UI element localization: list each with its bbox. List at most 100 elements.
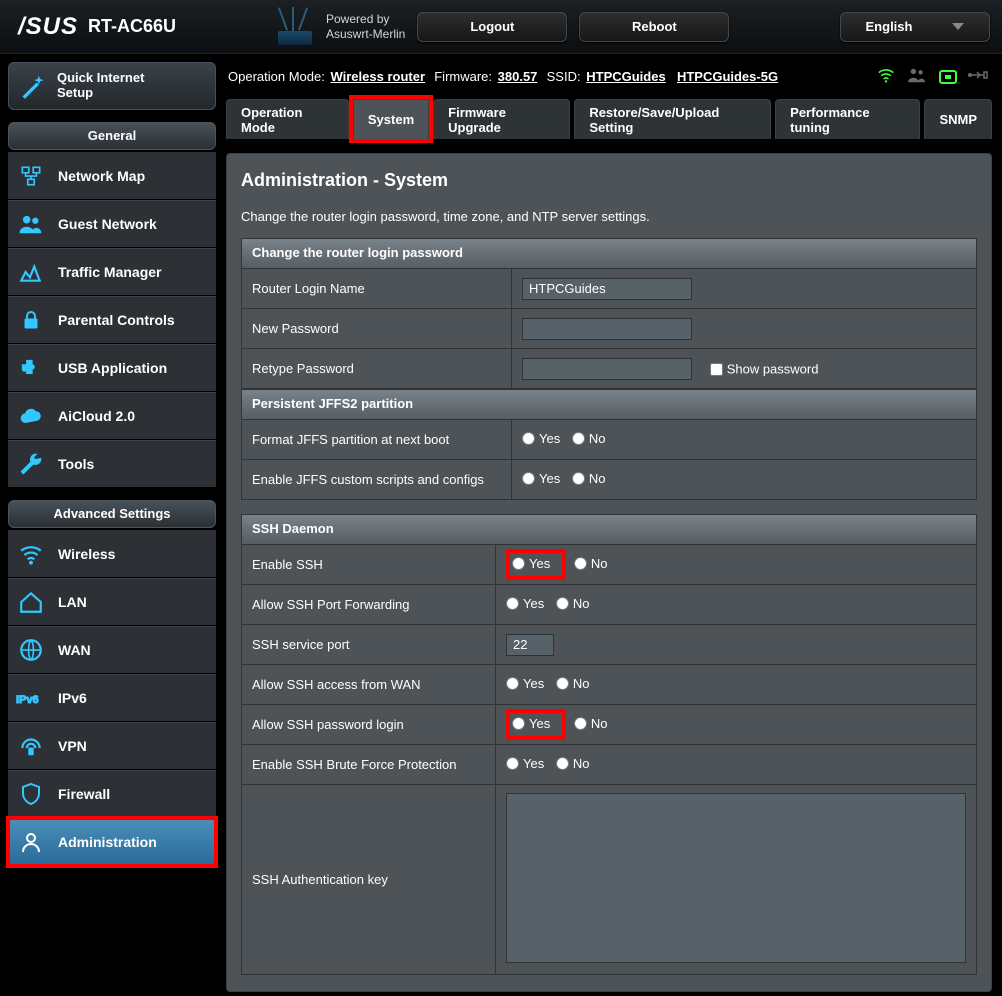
sidebar-item-parental-controls[interactable]: Parental Controls [8, 296, 216, 344]
wand-icon [19, 72, 47, 100]
ssh-pwlogin-no[interactable] [574, 717, 587, 730]
sidebar-item-label: Tools [58, 456, 94, 472]
table-row: Retype Password Show password [242, 349, 977, 389]
jffs-scripts-no[interactable] [572, 472, 585, 485]
tab-system[interactable]: System [353, 99, 429, 139]
ssh-forward-no[interactable] [556, 597, 569, 610]
jffs-scripts-yes[interactable] [522, 472, 535, 485]
tab-restore-save-upload[interactable]: Restore/Save/Upload Setting [574, 99, 771, 139]
network-map-icon [16, 161, 46, 191]
sidebar-item-wireless[interactable]: Wireless [8, 530, 216, 578]
tab-performance-tuning[interactable]: Performance tuning [775, 99, 920, 139]
new-password-input[interactable] [522, 318, 692, 340]
mode-link[interactable]: Wireless router [330, 69, 425, 84]
ssh-brute-no[interactable] [556, 757, 569, 770]
section-general: General [8, 122, 216, 150]
quick-internet-setup-button[interactable]: Quick InternetSetup [8, 62, 216, 110]
tab-operation-mode[interactable]: Operation Mode [226, 99, 349, 139]
show-password-label: Show password [727, 361, 819, 376]
sidebar-item-label: Traffic Manager [58, 264, 161, 280]
language-dropdown[interactable]: English [840, 12, 990, 42]
house-icon [16, 587, 46, 617]
label-ssh-brute: Enable SSH Brute Force Protection [242, 745, 496, 785]
usb-status-icon[interactable] [966, 68, 990, 85]
sidebar-item-traffic-manager[interactable]: Traffic Manager [8, 248, 216, 296]
clients-icon[interactable] [906, 66, 928, 87]
ssh-enable-yes[interactable] [512, 557, 525, 570]
sidebar-item-label: Firewall [58, 786, 110, 802]
sidebar-item-ipv6[interactable]: IPv6 IPv6 [8, 674, 216, 722]
ssh-table: Enable SSH Yes No Allow SSH Port Forward… [241, 544, 977, 975]
reboot-button[interactable]: Reboot [579, 12, 729, 42]
ssid1-link[interactable]: HTPCGuides [586, 69, 665, 84]
nav-advanced: Wireless LAN WAN IPv6 IPv6 VPN Firewall [8, 530, 216, 866]
right-column: Operation Mode: Wireless router Firmware… [220, 54, 1002, 996]
sidebar-item-aicloud[interactable]: AiCloud 2.0 [8, 392, 216, 440]
logout-button[interactable]: Logout [417, 12, 567, 42]
label-ssh-key: SSH Authentication key [242, 785, 496, 975]
svg-text:IPv6: IPv6 [16, 694, 39, 706]
lan-status-icon[interactable] [938, 68, 956, 86]
table-row: SSH service port [242, 625, 977, 665]
wrench-icon [16, 449, 46, 479]
sidebar-item-label: WAN [58, 642, 91, 658]
ssh-wan-no[interactable] [556, 677, 569, 690]
sidebar-item-administration[interactable]: Administration [8, 818, 216, 866]
tab-snmp[interactable]: SNMP [924, 99, 992, 139]
jffs-format-no[interactable] [572, 432, 585, 445]
sidebar-item-label: AiCloud 2.0 [58, 408, 135, 424]
ssh-enable-no[interactable] [574, 557, 587, 570]
powered-by: Powered byAsuswrt-Merlin [326, 12, 405, 41]
highlight-box: Yes [506, 709, 566, 740]
sidebar-item-label: Guest Network [58, 216, 157, 232]
sidebar-item-label: VPN [58, 738, 87, 754]
sidebar-item-vpn[interactable]: VPN [8, 722, 216, 770]
retype-password-input[interactable] [522, 358, 692, 380]
show-password-checkbox[interactable] [710, 363, 723, 376]
jffs-table: Format JFFS partition at next boot Yes N… [241, 419, 977, 500]
section-jffs: Persistent JFFS2 partition [241, 389, 977, 419]
login-table: Router Login Name New Password Retype Pa… [241, 268, 977, 389]
sidebar-item-wan[interactable]: WAN [8, 626, 216, 674]
ssh-key-textarea[interactable] [506, 793, 966, 963]
sidebar-item-usb-application[interactable]: USB Application [8, 344, 216, 392]
label-jffs-format: Format JFFS partition at next boot [242, 420, 512, 460]
sidebar-item-guest-network[interactable]: Guest Network [8, 200, 216, 248]
table-row: SSH Authentication key [242, 785, 977, 975]
table-row: New Password [242, 309, 977, 349]
ssh-port-input[interactable] [506, 634, 554, 656]
nav-general: Network Map Guest Network Traffic Manage… [8, 152, 216, 488]
login-name-input[interactable] [522, 278, 692, 300]
label-ssh-forward: Allow SSH Port Forwarding [242, 585, 496, 625]
ssh-wan-yes[interactable] [506, 677, 519, 690]
info-bar: Operation Mode: Wireless router Firmware… [226, 62, 992, 99]
puzzle-icon [16, 353, 46, 383]
highlight-box: Yes [506, 549, 566, 580]
label-ssh-port: SSH service port [242, 625, 496, 665]
quick-setup-label: Quick InternetSetup [57, 71, 144, 101]
router-icon [272, 9, 318, 45]
sidebar-item-firewall[interactable]: Firewall [8, 770, 216, 818]
ssh-forward-yes[interactable] [506, 597, 519, 610]
wifi-icon [16, 539, 46, 569]
traffic-icon [16, 257, 46, 287]
table-row: Enable SSH Brute Force Protection Yes No [242, 745, 977, 785]
sidebar-item-lan[interactable]: LAN [8, 578, 216, 626]
brand-logo: /SUS [18, 13, 78, 41]
label-ssh-pwlogin: Allow SSH password login [242, 705, 496, 745]
sidebar-item-network-map[interactable]: Network Map [8, 152, 216, 200]
tab-row: Operation Mode System Firmware Upgrade R… [226, 99, 992, 139]
tab-firmware-upgrade[interactable]: Firmware Upgrade [433, 99, 570, 139]
jffs-format-yes[interactable] [522, 432, 535, 445]
firmware-link[interactable]: 380.57 [498, 69, 538, 84]
ssh-pwlogin-yes[interactable] [512, 717, 525, 730]
label-ssh-wan: Allow SSH access from WAN [242, 665, 496, 705]
ssid2-link[interactable]: HTPCGuides-5G [677, 69, 778, 84]
table-row: Allow SSH Port Forwarding Yes No [242, 585, 977, 625]
sidebar-item-tools[interactable]: Tools [8, 440, 216, 488]
panel-description: Change the router login password, time z… [241, 209, 977, 224]
sidebar-item-label: Wireless [58, 546, 115, 562]
ipv6-icon: IPv6 [16, 683, 46, 713]
wifi-status-icon[interactable] [876, 67, 896, 86]
ssh-brute-yes[interactable] [506, 757, 519, 770]
